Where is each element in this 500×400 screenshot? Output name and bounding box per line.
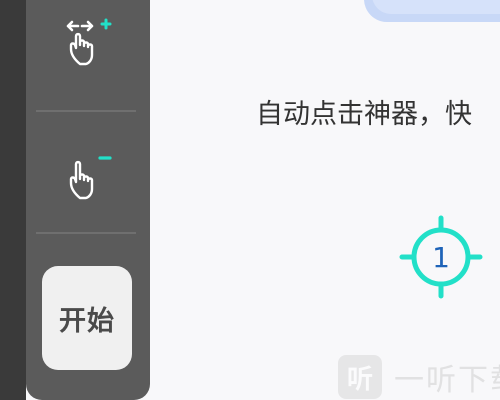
left-edge-strip <box>0 0 26 400</box>
panel-divider <box>36 110 136 112</box>
watermark: 听 一听下载 <box>338 352 500 400</box>
add-click-target-button[interactable] <box>50 4 126 80</box>
panel-divider <box>36 232 136 234</box>
watermark-logo: 听 <box>338 355 382 399</box>
floating-control-panel: 开始 <box>26 0 150 400</box>
start-button[interactable]: 开始 <box>42 266 132 370</box>
app-screen: 开始 自动点击神器，快 1 听 一听下载 <box>0 0 500 400</box>
click-target-marker[interactable]: 1 <box>398 214 484 300</box>
description-text: 自动点击神器，快 <box>256 99 472 130</box>
remove-click-target-button[interactable] <box>50 134 126 210</box>
hand-pointer-minus-icon <box>69 156 112 200</box>
top-cloud-highlight <box>372 0 500 14</box>
watermark-text: 一听下载 <box>394 363 500 398</box>
hand-pointer-plus-icon <box>66 18 112 66</box>
target-number: 1 <box>432 240 450 274</box>
